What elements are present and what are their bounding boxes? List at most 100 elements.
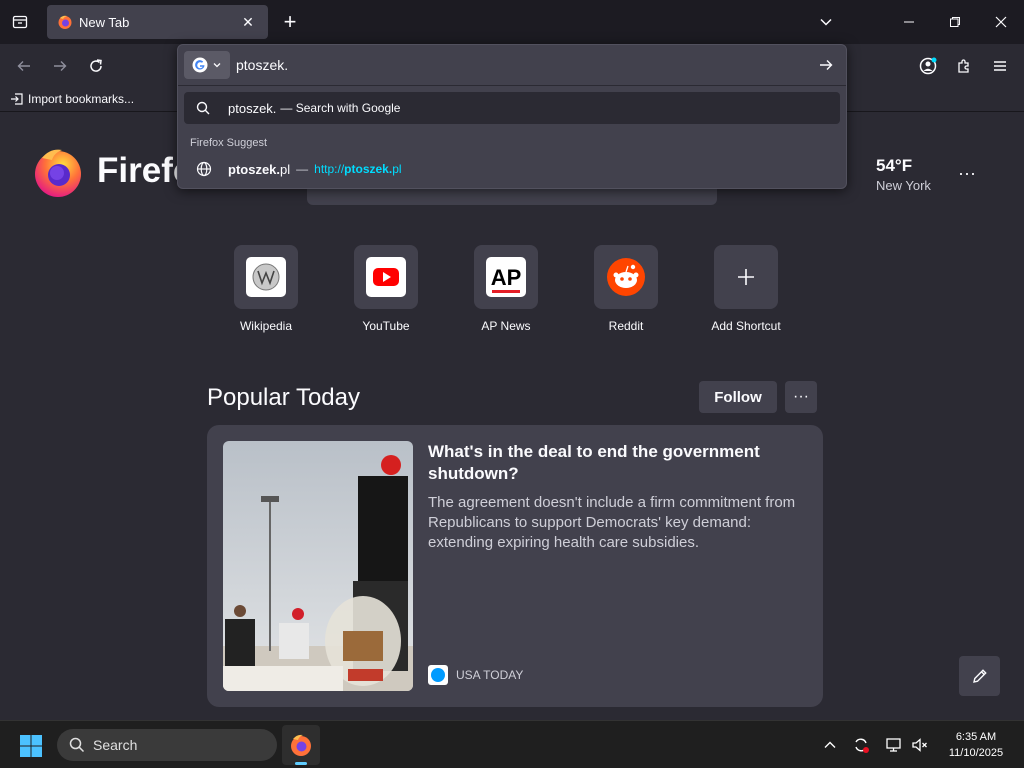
windows-logo-icon: [20, 735, 42, 757]
follow-button[interactable]: Follow: [699, 381, 777, 413]
site-suggestion[interactable]: ptoszek.pl — http://ptoszek.pl: [184, 156, 840, 182]
sync-tray-button[interactable]: [851, 735, 871, 755]
chevron-up-icon: [824, 741, 836, 748]
customize-button[interactable]: [959, 656, 1000, 696]
story-source-name: USA TODAY: [456, 668, 524, 682]
go-button[interactable]: [816, 55, 836, 75]
import-icon: [11, 93, 23, 105]
site-title: ptoszek.pl: [228, 161, 291, 177]
chevron-down-icon: [820, 18, 832, 26]
minimize-button[interactable]: [886, 0, 932, 44]
forward-button[interactable]: [46, 52, 74, 80]
windows-taskbar: Search 6:35 AM 11/10/2025: [0, 720, 1024, 768]
shortcut-label: Wikipedia: [239, 319, 293, 333]
globe-icon: [196, 161, 212, 177]
account-button[interactable]: [914, 52, 942, 80]
hamburger-menu-icon: [994, 61, 1006, 71]
reddit-icon: [607, 258, 645, 296]
suggestion-group-label: Firefox Suggest: [190, 137, 268, 149]
story-source: USA TODAY: [428, 665, 523, 685]
weather-widget[interactable]: 54°F New York: [876, 156, 931, 193]
shortcut-tile: [594, 245, 658, 309]
site-dash: —: [296, 162, 309, 176]
youtube-icon: [366, 257, 406, 297]
restore-icon: [950, 17, 960, 27]
account-icon: [919, 57, 937, 75]
arrow-right-icon: [820, 60, 833, 70]
firefox-view-icon: [12, 15, 28, 29]
network-tray-button[interactable]: [884, 735, 904, 755]
shortcut-label: Add Shortcut: [711, 319, 781, 333]
minimize-icon: [904, 21, 914, 23]
shortcut-tile: [714, 245, 778, 309]
firefox-logo: [35, 149, 81, 197]
taskbar-search[interactable]: Search: [57, 729, 277, 761]
sync-icon: [855, 738, 869, 753]
weather-menu-button[interactable]: ···: [955, 162, 979, 184]
shortcut-wikipedia[interactable]: Wikipedia: [216, 245, 316, 333]
story-image: [223, 441, 413, 691]
suggestion-action: — Search with Google: [280, 101, 401, 115]
shortcut-tile: [354, 245, 418, 309]
puzzle-icon: [958, 59, 969, 73]
taskbar-firefox[interactable]: [282, 725, 320, 765]
extensions-button[interactable]: [950, 52, 978, 80]
volume-tray-button[interactable]: [910, 735, 930, 755]
google-icon: [192, 57, 208, 73]
tab-bar: New Tab ✕ +: [0, 0, 1024, 44]
shortcut-tile: AP: [474, 245, 538, 309]
divider: [178, 85, 846, 86]
shortcut-label: AP News: [481, 319, 531, 333]
close-window-button[interactable]: [978, 0, 1024, 44]
shortcut-label: YouTube: [362, 319, 410, 333]
reload-icon: [90, 59, 102, 72]
svg-text:AP: AP: [491, 265, 522, 290]
reload-button[interactable]: [82, 52, 110, 80]
back-arrow-icon: [17, 61, 30, 71]
shortcut-youtube[interactable]: YouTube: [336, 245, 436, 333]
restore-button[interactable]: [932, 0, 978, 44]
search-engine-selector[interactable]: [184, 51, 230, 79]
plus-icon: [738, 269, 754, 285]
weather-temperature: 54°F: [876, 156, 913, 175]
story-title[interactable]: What's in the deal to end the government…: [428, 441, 808, 485]
speaker-muted-icon: [912, 738, 927, 752]
close-tab-icon[interactable]: ✕: [238, 12, 258, 32]
section-menu-button[interactable]: ···: [785, 381, 817, 413]
suggestion-query: ptoszek.: [228, 100, 277, 116]
start-button[interactable]: [16, 731, 46, 761]
back-button[interactable]: [10, 52, 38, 80]
taskbar-clock[interactable]: 6:35 AM 11/10/2025: [938, 729, 1014, 761]
network-icon: [886, 738, 901, 752]
tab-new-tab[interactable]: New Tab ✕: [47, 5, 268, 39]
pencil-icon: [972, 669, 987, 683]
shortcut-ap-news[interactable]: AP AP News: [456, 245, 556, 333]
shortcut-add[interactable]: Add Shortcut: [696, 245, 796, 333]
import-bookmarks-label: Import bookmarks...: [28, 92, 135, 106]
search-icon: [69, 737, 85, 753]
chevron-down-icon: [213, 63, 221, 68]
shortcut-reddit[interactable]: Reddit: [576, 245, 676, 333]
shortcut-label: Reddit: [608, 319, 644, 333]
import-bookmarks-button[interactable]: Import bookmarks...: [10, 90, 134, 108]
search-suggestion[interactable]: ptoszek. — Search with Google: [184, 92, 840, 124]
close-icon: [995, 16, 1007, 28]
taskbar-search-label: Search: [93, 737, 138, 753]
clock-date: 11/10/2025: [948, 747, 1004, 759]
story-description: The agreement doesn't include a firm com…: [428, 494, 796, 551]
weather-city: New York: [876, 178, 931, 193]
firefox-icon: [291, 734, 311, 756]
firefox-view-button[interactable]: [8, 10, 32, 34]
section-title: Popular Today: [207, 384, 360, 411]
wikipedia-icon: [246, 257, 286, 297]
usa-today-icon: [428, 665, 448, 685]
new-tab-button[interactable]: +: [278, 9, 302, 34]
list-all-tabs-button[interactable]: [814, 10, 838, 34]
site-url: http://ptoszek.pl: [314, 162, 402, 176]
show-hidden-icons-button[interactable]: [820, 735, 840, 755]
story-card[interactable]: What's in the deal to end the government…: [207, 425, 823, 707]
app-menu-button[interactable]: [986, 52, 1014, 80]
firefox-icon: [58, 15, 72, 29]
ap-news-icon: AP: [486, 257, 526, 297]
url-input[interactable]: [236, 53, 796, 77]
